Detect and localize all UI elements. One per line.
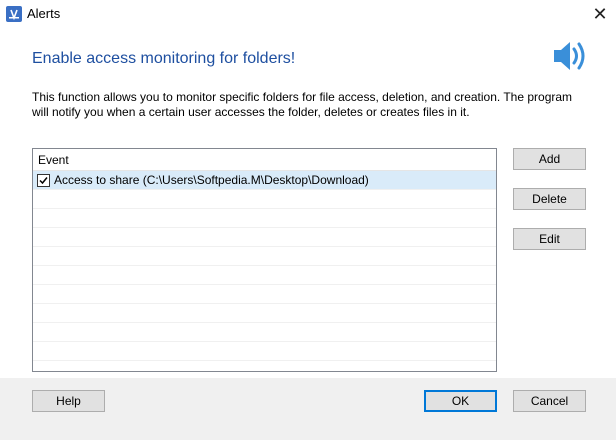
cancel-button[interactable]: Cancel	[513, 390, 586, 412]
app-icon	[6, 6, 22, 22]
edit-button[interactable]: Edit	[513, 228, 586, 250]
empty-row	[33, 285, 496, 304]
delete-button[interactable]: Delete	[513, 188, 586, 210]
event-checkbox[interactable]	[37, 173, 50, 187]
title-bar: Alerts ✕	[0, 0, 616, 28]
event-label: Access to share (C:\Users\Softpedia.M\De…	[54, 173, 369, 187]
empty-row	[33, 266, 496, 285]
empty-row	[33, 247, 496, 266]
help-button[interactable]: Help	[32, 390, 105, 412]
event-list[interactable]: Event Access to share (C:\Users\Softpedi…	[32, 148, 497, 372]
empty-row	[33, 342, 496, 361]
close-icon: ✕	[592, 3, 608, 24]
empty-row	[33, 304, 496, 323]
window-title: Alerts	[27, 6, 61, 21]
empty-row	[33, 190, 496, 209]
check-icon	[39, 176, 48, 184]
description-text: This function allows you to monitor spec…	[32, 90, 573, 119]
list-item[interactable]: Access to share (C:\Users\Softpedia.M\De…	[33, 171, 496, 190]
event-column-header-label: Event	[38, 153, 69, 167]
empty-row	[33, 323, 496, 342]
speaker-icon	[554, 42, 585, 70]
ok-button[interactable]: OK	[424, 390, 497, 412]
empty-row	[33, 228, 496, 247]
event-column-header[interactable]: Event	[33, 149, 496, 171]
page-title: Enable access monitoring for folders!	[32, 50, 296, 67]
empty-row	[33, 209, 496, 228]
add-button[interactable]: Add	[513, 148, 586, 170]
empty-row	[33, 361, 496, 371]
close-button[interactable]: ✕	[584, 0, 616, 28]
